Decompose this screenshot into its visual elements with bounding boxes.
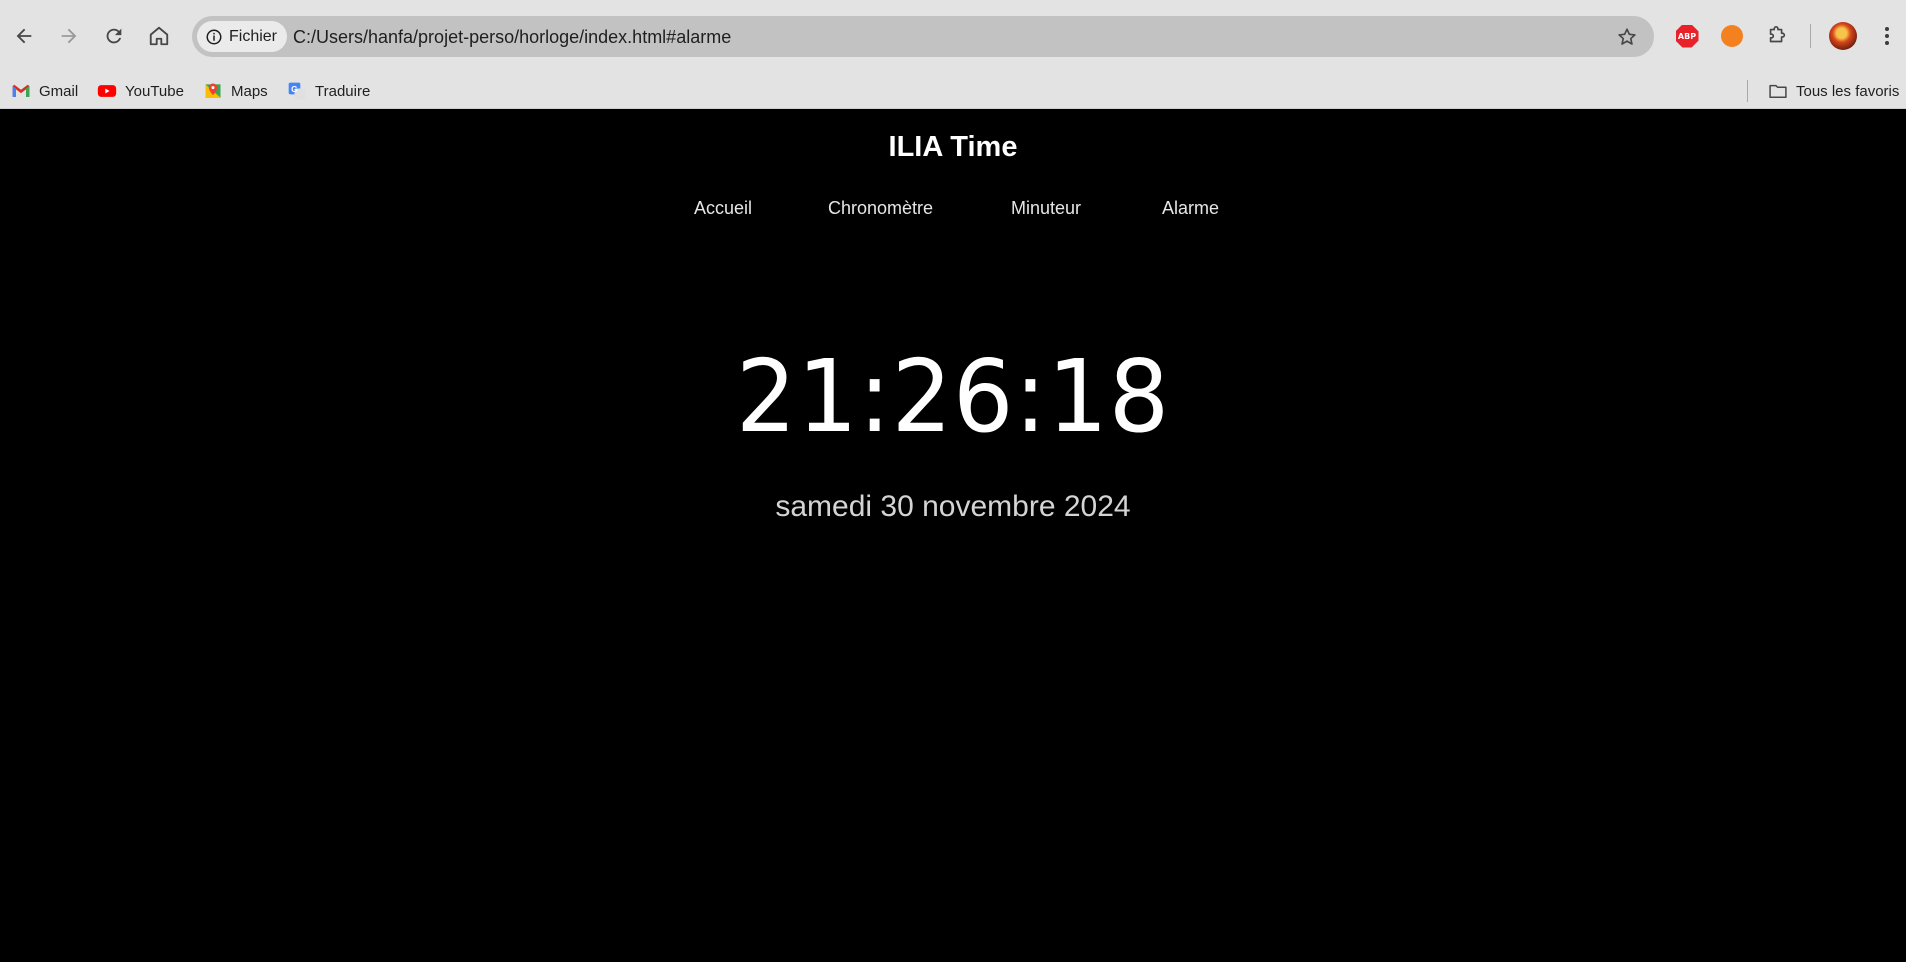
site-title: ILIA Time <box>888 131 1018 163</box>
extensions-button[interactable] <box>1763 22 1791 50</box>
youtube-icon <box>97 85 117 97</box>
maps-icon <box>205 83 221 98</box>
rss-icon <box>1721 25 1743 47</box>
menu-dot-icon <box>1885 27 1889 31</box>
folder-icon <box>1769 84 1787 98</box>
nav-minuteur[interactable]: Minuteur <box>1011 198 1081 219</box>
clock-date: samedi 30 novembre 2024 <box>775 490 1131 523</box>
adblock-icon: ABP <box>1675 24 1699 48</box>
reload-icon <box>106 28 122 44</box>
orange-extension-button[interactable] <box>1718 22 1746 50</box>
forward-button[interactable] <box>51 18 87 54</box>
bookmark-label: YouTube <box>125 82 184 100</box>
gmail-icon <box>12 84 30 97</box>
info-icon <box>206 29 222 44</box>
arrow-right-icon <box>61 28 77 44</box>
puzzle-icon <box>1769 26 1786 43</box>
menu-dot-icon <box>1885 34 1889 38</box>
bookmarks-bar: Gmail YouTube Maps G Traduire Tous les f… <box>0 72 1906 109</box>
main-nav: Accueil Chronomètre Minuteur Alarme <box>0 198 1906 224</box>
profile-avatar[interactable] <box>1829 22 1857 50</box>
site-chip-label: Fichier <box>229 27 278 45</box>
toolbar-divider <box>1810 24 1811 48</box>
all-bookmarks-label: Tous les favoris <box>1796 82 1900 100</box>
browser-menu-button[interactable] <box>1882 24 1892 48</box>
bookmarks-divider <box>1747 80 1748 102</box>
arrow-left-icon <box>16 28 32 44</box>
url-text[interactable]: C:/Users/hanfa/projet-perso/horloge/inde… <box>293 27 731 48</box>
nav-alarme[interactable]: Alarme <box>1162 198 1219 219</box>
page-content: ILIA Time Accueil Chronomètre Minuteur A… <box>0 109 1906 962</box>
svg-text:G: G <box>291 84 297 94</box>
home-icon <box>149 26 169 46</box>
star-icon <box>1618 28 1636 45</box>
bookmark-youtube[interactable]: YouTube <box>97 78 184 104</box>
back-button[interactable] <box>6 18 42 54</box>
clock-time: 21:26:18 <box>735 338 1171 455</box>
home-button[interactable] <box>141 18 177 54</box>
nav-chronometre[interactable]: Chronomètre <box>828 198 933 219</box>
browser-toolbar: Fichier C:/Users/hanfa/projet-perso/horl… <box>0 0 1906 72</box>
address-bar[interactable]: Fichier C:/Users/hanfa/projet-perso/horl… <box>192 16 1654 57</box>
adblock-extension-button[interactable]: ABP <box>1673 22 1701 50</box>
reload-button[interactable] <box>96 18 132 54</box>
site-info-chip[interactable]: Fichier <box>197 21 288 52</box>
menu-dot-icon <box>1885 41 1889 45</box>
all-bookmarks-button[interactable]: Tous les favoris <box>1768 78 1899 104</box>
bookmark-maps[interactable]: Maps <box>203 78 268 104</box>
bookmark-gmail[interactable]: Gmail <box>11 78 78 104</box>
bookmark-label: Traduire <box>315 82 371 100</box>
bookmark-label: Maps <box>231 82 268 100</box>
translate-icon: G <box>288 82 306 100</box>
nav-accueil[interactable]: Accueil <box>694 198 752 219</box>
bookmark-label: Gmail <box>39 82 79 100</box>
bookmark-star-button[interactable] <box>1614 24 1640 50</box>
bookmark-translate[interactable]: G Traduire <box>287 78 370 104</box>
